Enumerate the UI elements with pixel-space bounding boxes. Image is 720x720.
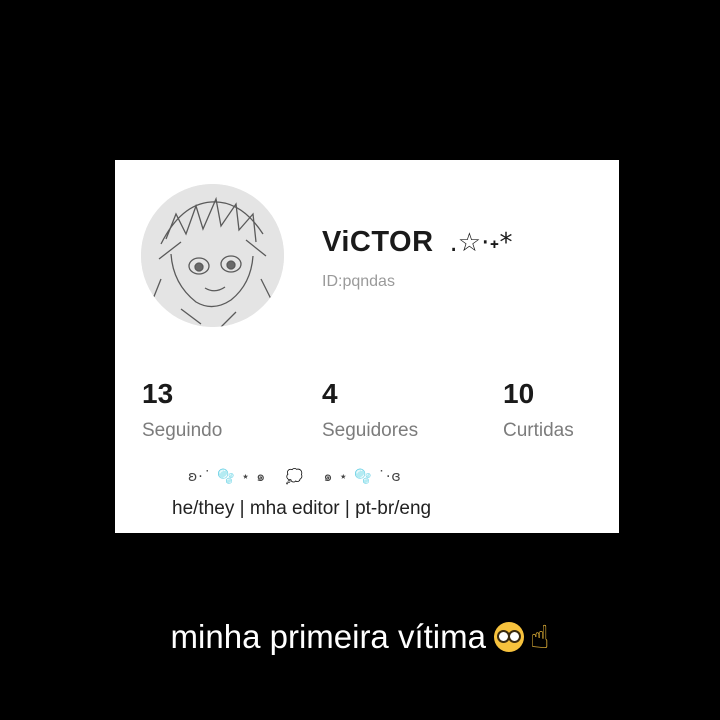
pointing-up-icon: ☝ [529,618,550,656]
profile-name: ViCTOR [322,226,434,258]
bio-decoration: ʚ·˙ 🫧 ⋆ ๑ 💭 ๑ ⋆ 🫧 ˙·ɞ [188,466,402,488]
name-decoration: .☆·˖* [449,228,513,258]
stat-value: 10 [503,378,535,409]
caption-text: minha primeira vítima [170,618,486,655]
profile-name-row: ViCTOR .☆·˖* [322,226,512,259]
profile-card: ViCTOR .☆·˖* ID:pqndas 13 Seguindo 4 Seg… [115,160,619,533]
stat-value: 4 [322,378,338,409]
stat-label: Curtidas [503,420,574,441]
avatar-sketch-image [141,184,284,327]
thought-bubble-icon: 💭 [285,469,305,485]
video-caption: minha primeira vítima ☝ [0,618,720,656]
stat-label: Seguindo [142,420,223,441]
nerd-face-icon [493,622,524,652]
stat-likes[interactable]: 10 Curtidas [503,378,574,442]
stat-label: Seguidores [322,420,419,441]
profile-id: ID:pqndas [322,273,395,290]
avatar[interactable] [141,184,284,327]
stat-following[interactable]: 13 Seguindo [142,378,222,442]
stat-followers[interactable]: 4 Seguidores [322,378,418,442]
bio-deco-left: ʚ·˙ 🫧 ⋆ ๑ [188,469,267,485]
bio-deco-right: ๑ ⋆ 🫧 ˙·ɞ [323,469,402,485]
bio-text: he/they | mha editor | pt-br/eng [172,498,432,519]
stat-value: 13 [142,378,174,409]
